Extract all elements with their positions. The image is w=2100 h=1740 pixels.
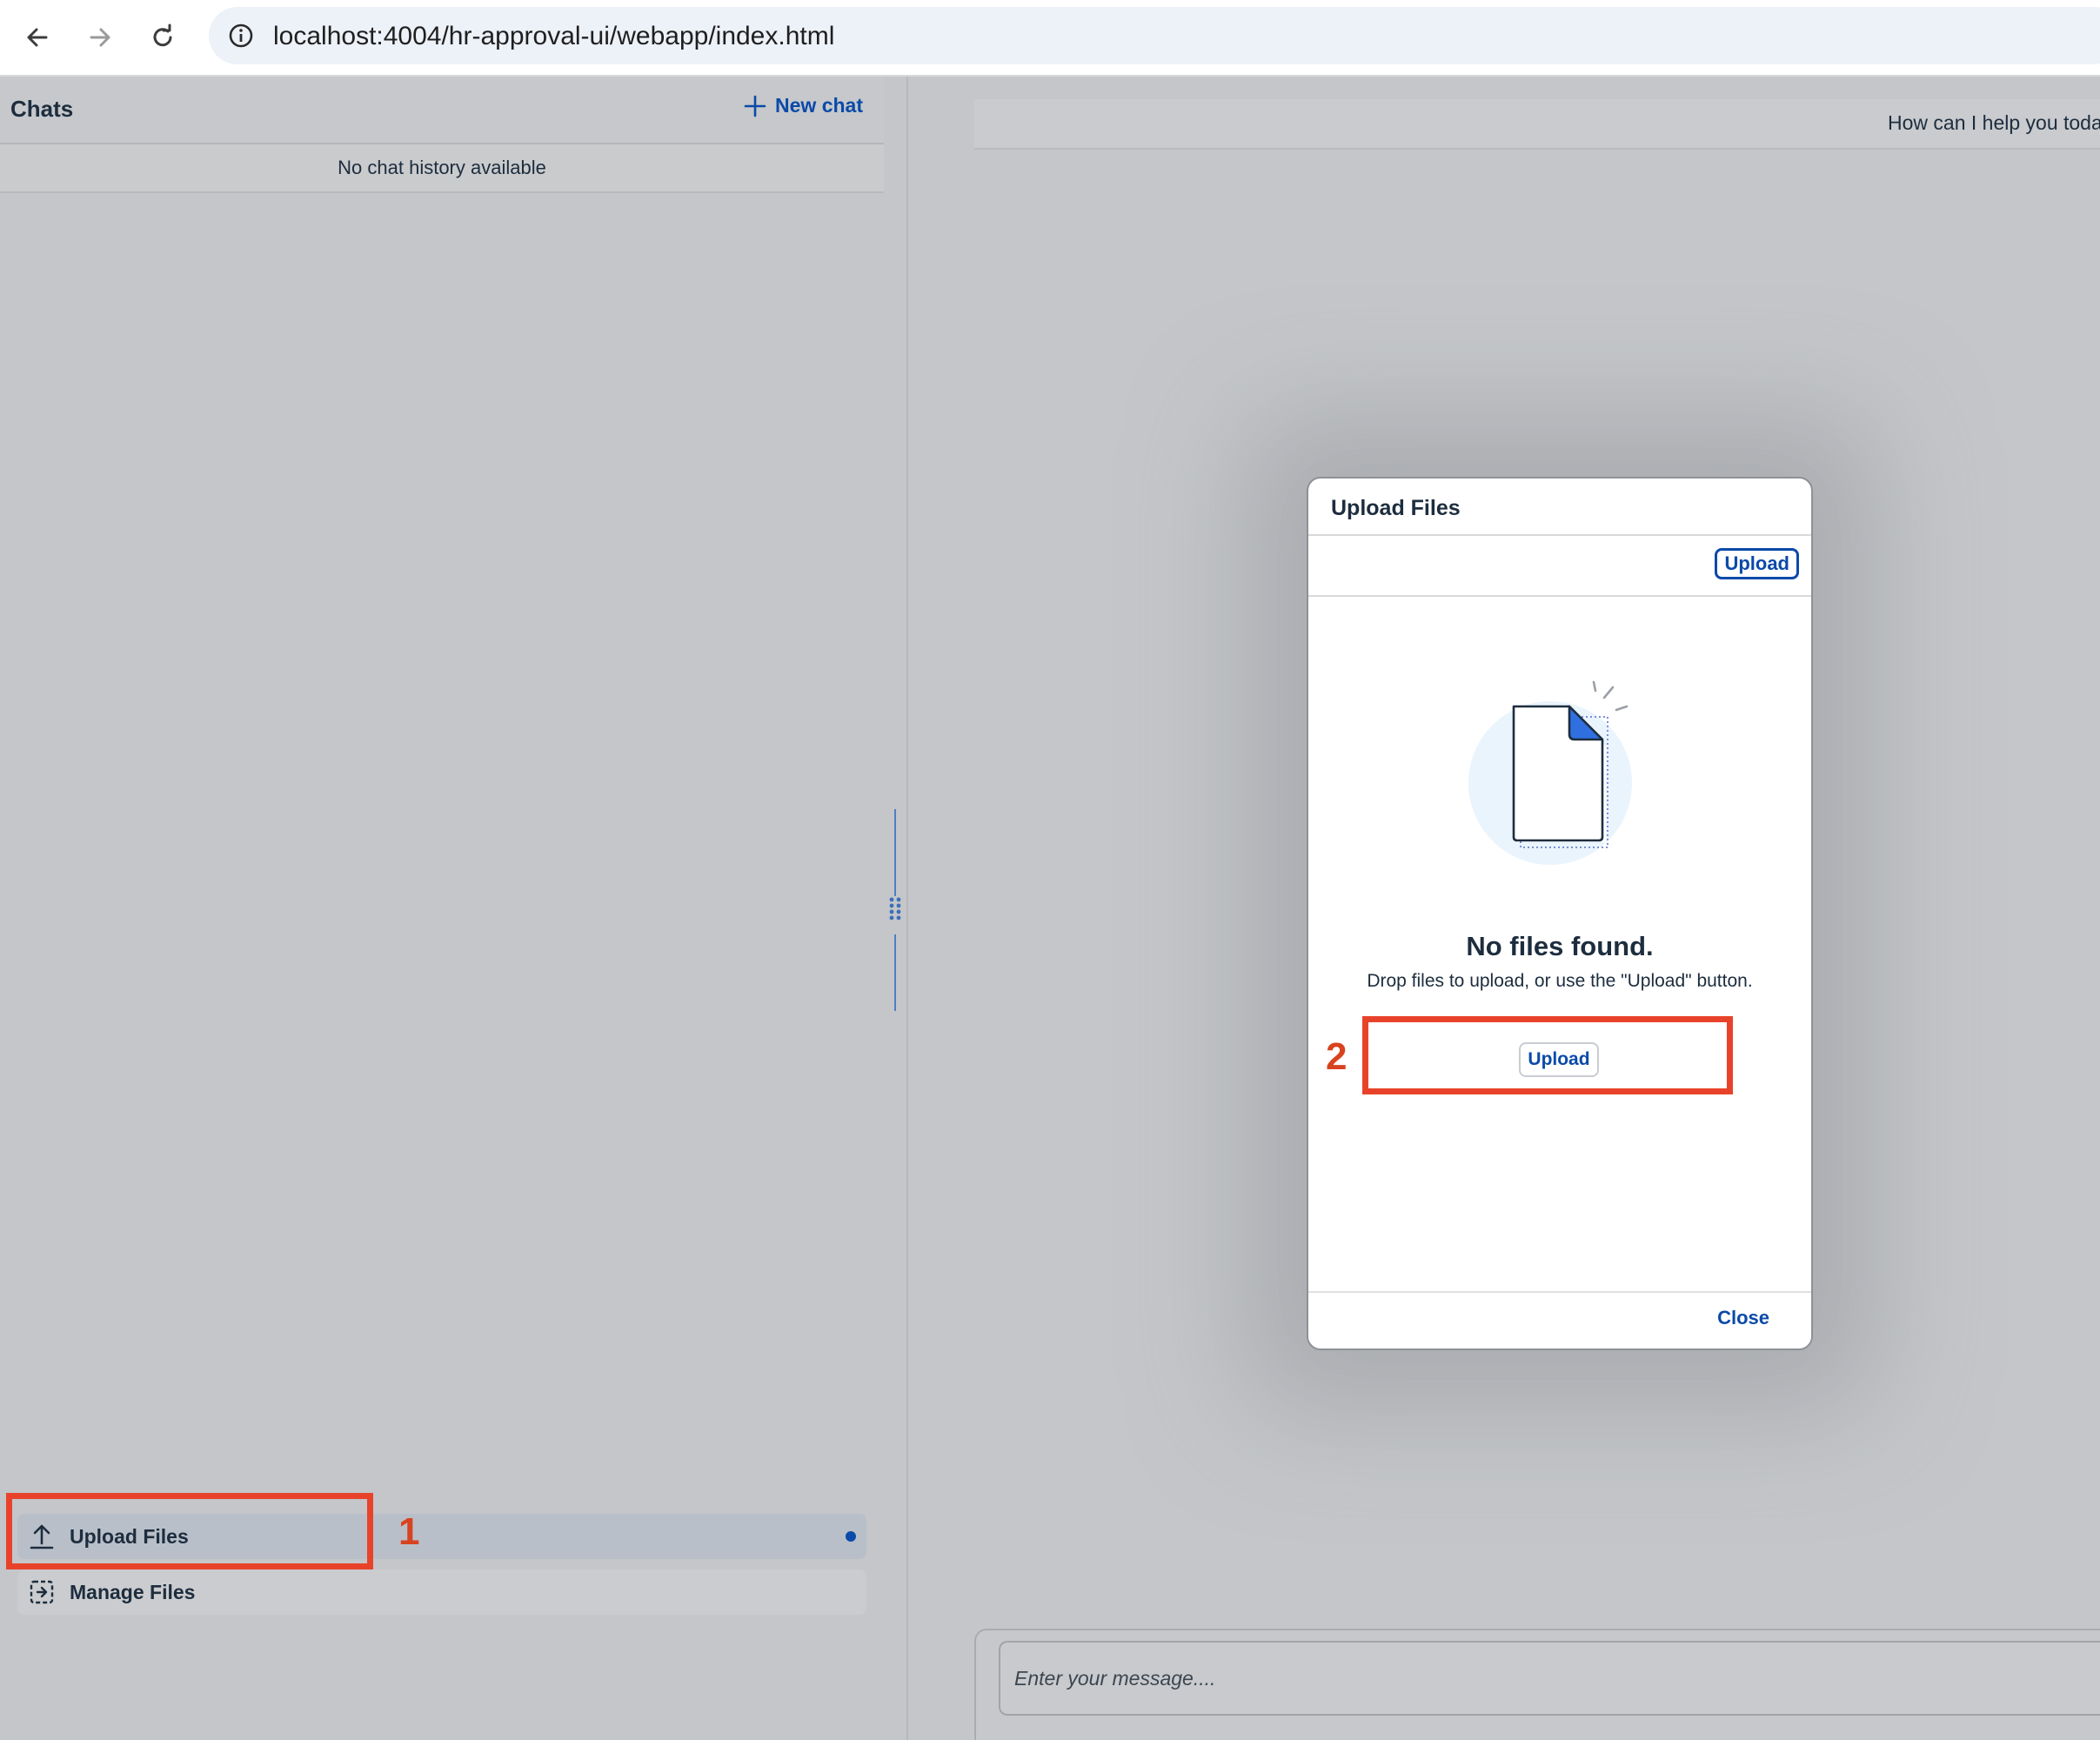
sidebar-item-label: Manage Files (70, 1580, 196, 1603)
empty-state-title: No files found. (1466, 931, 1654, 961)
annotation-box-1 (6, 1493, 373, 1569)
toolbar-upload-button[interactable]: Upload (1715, 548, 1799, 579)
annotation-number-2: 2 (1326, 1035, 1348, 1078)
dialog-title: Upload Files (1331, 496, 1461, 520)
info-icon[interactable] (223, 17, 259, 54)
dialog-footer: Close (1308, 1291, 1811, 1348)
arrow-left-icon (27, 28, 48, 47)
empty-history-text: No chat history available (338, 157, 546, 178)
active-indicator-dot (846, 1531, 856, 1542)
message-composer (974, 1629, 2100, 1740)
annotation-number-1: 1 (398, 1510, 420, 1553)
chat-sidebar: Chats New chat No chat history available… (0, 77, 886, 1740)
splitter-line-bottom (894, 934, 896, 1011)
manage-files-icon (26, 1576, 57, 1608)
dialog-toolbar: Upload (1308, 536, 1811, 597)
greeting-text: How can I help you today? (1888, 111, 2100, 134)
empty-history-message: No chat history available (0, 144, 884, 193)
empty-state-subtitle: Drop files to upload, or use the "Upload… (1367, 971, 1753, 991)
message-input[interactable] (999, 1641, 2100, 1716)
chats-header: Chats New chat (0, 77, 884, 144)
upload-files-dialog: Upload Files Upload No files found. Drop… (1307, 477, 1813, 1350)
plus-icon (744, 95, 766, 117)
new-chat-label: New chat (775, 94, 863, 117)
url-text[interactable]: localhost:4004/hr-approval-ui/webapp/ind… (273, 22, 834, 51)
close-button[interactable]: Close (1717, 1307, 1769, 1329)
chats-title: Chats (10, 96, 74, 122)
reload-icon (153, 23, 172, 47)
splitter-line-top (894, 809, 896, 896)
grip-icon[interactable] (886, 896, 904, 922)
annotation-box-2 (1362, 1016, 1733, 1094)
new-chat-button[interactable]: New chat (744, 94, 863, 117)
back-button[interactable] (16, 16, 59, 59)
dialog-header: Upload Files (1308, 478, 1811, 536)
sidebar-item-manage-files[interactable]: Manage Files (17, 1569, 866, 1615)
empty-file-illustration (1468, 680, 1632, 865)
panel-splitter[interactable] (884, 77, 908, 1740)
address-bar[interactable]: localhost:4004/hr-approval-ui/webapp/ind… (209, 7, 2100, 64)
greeting-bar: How can I help you today? (974, 99, 2100, 150)
forward-button[interactable] (78, 16, 122, 59)
browser-toolbar: localhost:4004/hr-approval-ui/webapp/ind… (0, 0, 2100, 77)
arrow-right-icon (90, 28, 110, 47)
reload-button[interactable] (141, 16, 184, 59)
